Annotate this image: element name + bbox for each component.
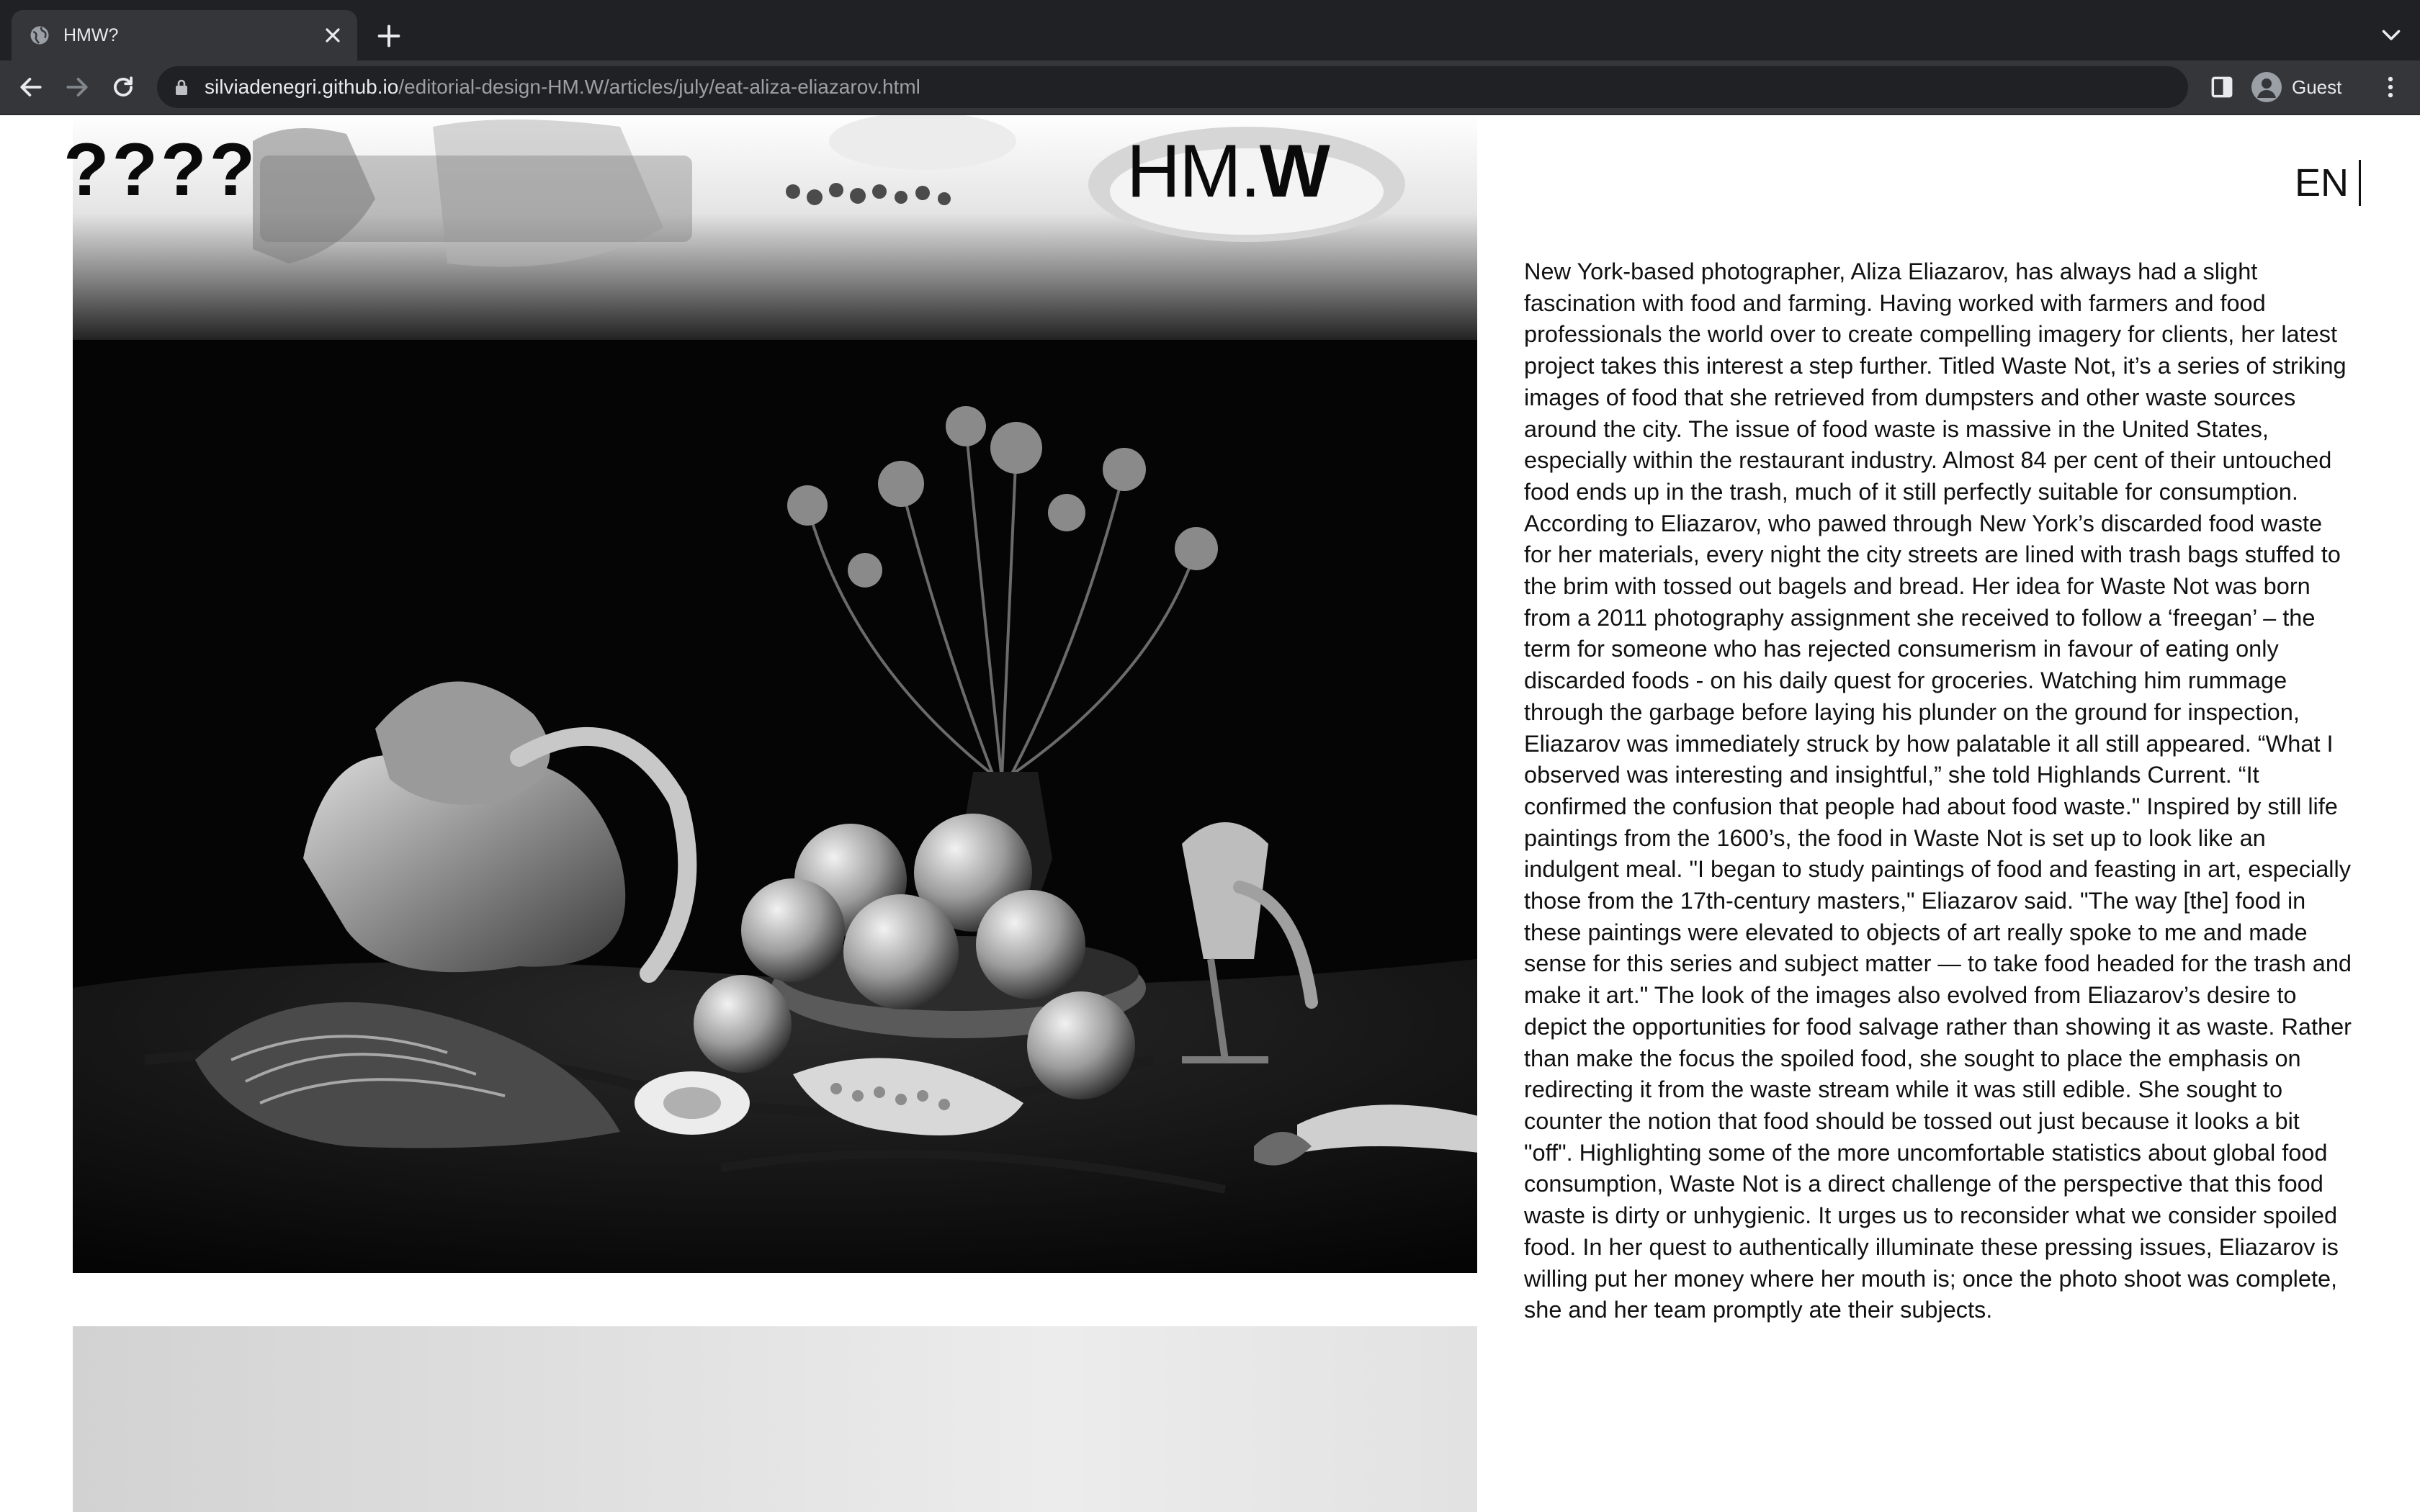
- side-panel-icon[interactable]: [2208, 73, 2236, 101]
- logo-hmw-bold: W: [1259, 130, 1330, 213]
- chevron-down-icon[interactable]: [2378, 22, 2404, 48]
- site-logo-left[interactable]: ????: [63, 127, 258, 213]
- browser-toolbar: silviadenegri.github.io/editorial-design…: [0, 60, 2420, 115]
- url-host: silviadenegri.github.io: [205, 76, 399, 98]
- site-logo-hmw[interactable]: HM.W: [1126, 128, 1330, 215]
- globe-icon: [30, 26, 49, 45]
- more-vert-icon[interactable]: [2377, 73, 2404, 101]
- profile-label: Guest: [2292, 76, 2342, 98]
- address-bar[interactable]: silviadenegri.github.io/editorial-design…: [157, 66, 2188, 108]
- profile-button[interactable]: Guest: [2247, 68, 2345, 107]
- browser-tabstrip: HMW?: [0, 0, 2420, 60]
- url-text[interactable]: silviadenegri.github.io/editorial-design…: [205, 75, 920, 99]
- close-icon[interactable]: [321, 24, 344, 47]
- tab-title: HMW?: [63, 25, 119, 45]
- logo-hmw-regular: HM.: [1126, 130, 1261, 213]
- forward-arrow-icon[interactable]: [63, 73, 91, 101]
- reload-icon[interactable]: [109, 73, 137, 101]
- url-path: /editorial-design-HM.W/articles/july/eat…: [398, 76, 920, 98]
- page-viewport: ???? HM.W EN New York-based photographer…: [0, 115, 2420, 1512]
- browser-tab[interactable]: HMW?: [12, 10, 357, 60]
- lock-icon[interactable]: [173, 78, 190, 96]
- still-life-photo: [73, 340, 1477, 1273]
- back-arrow-icon[interactable]: [17, 73, 45, 101]
- language-switch[interactable]: EN: [2295, 160, 2362, 206]
- article-body: New York-based photographer, Aliza Eliaz…: [1524, 258, 2352, 1323]
- next-photo: [73, 1326, 1477, 1512]
- plus-icon[interactable]: [375, 22, 403, 50]
- person-icon: [2251, 72, 2282, 102]
